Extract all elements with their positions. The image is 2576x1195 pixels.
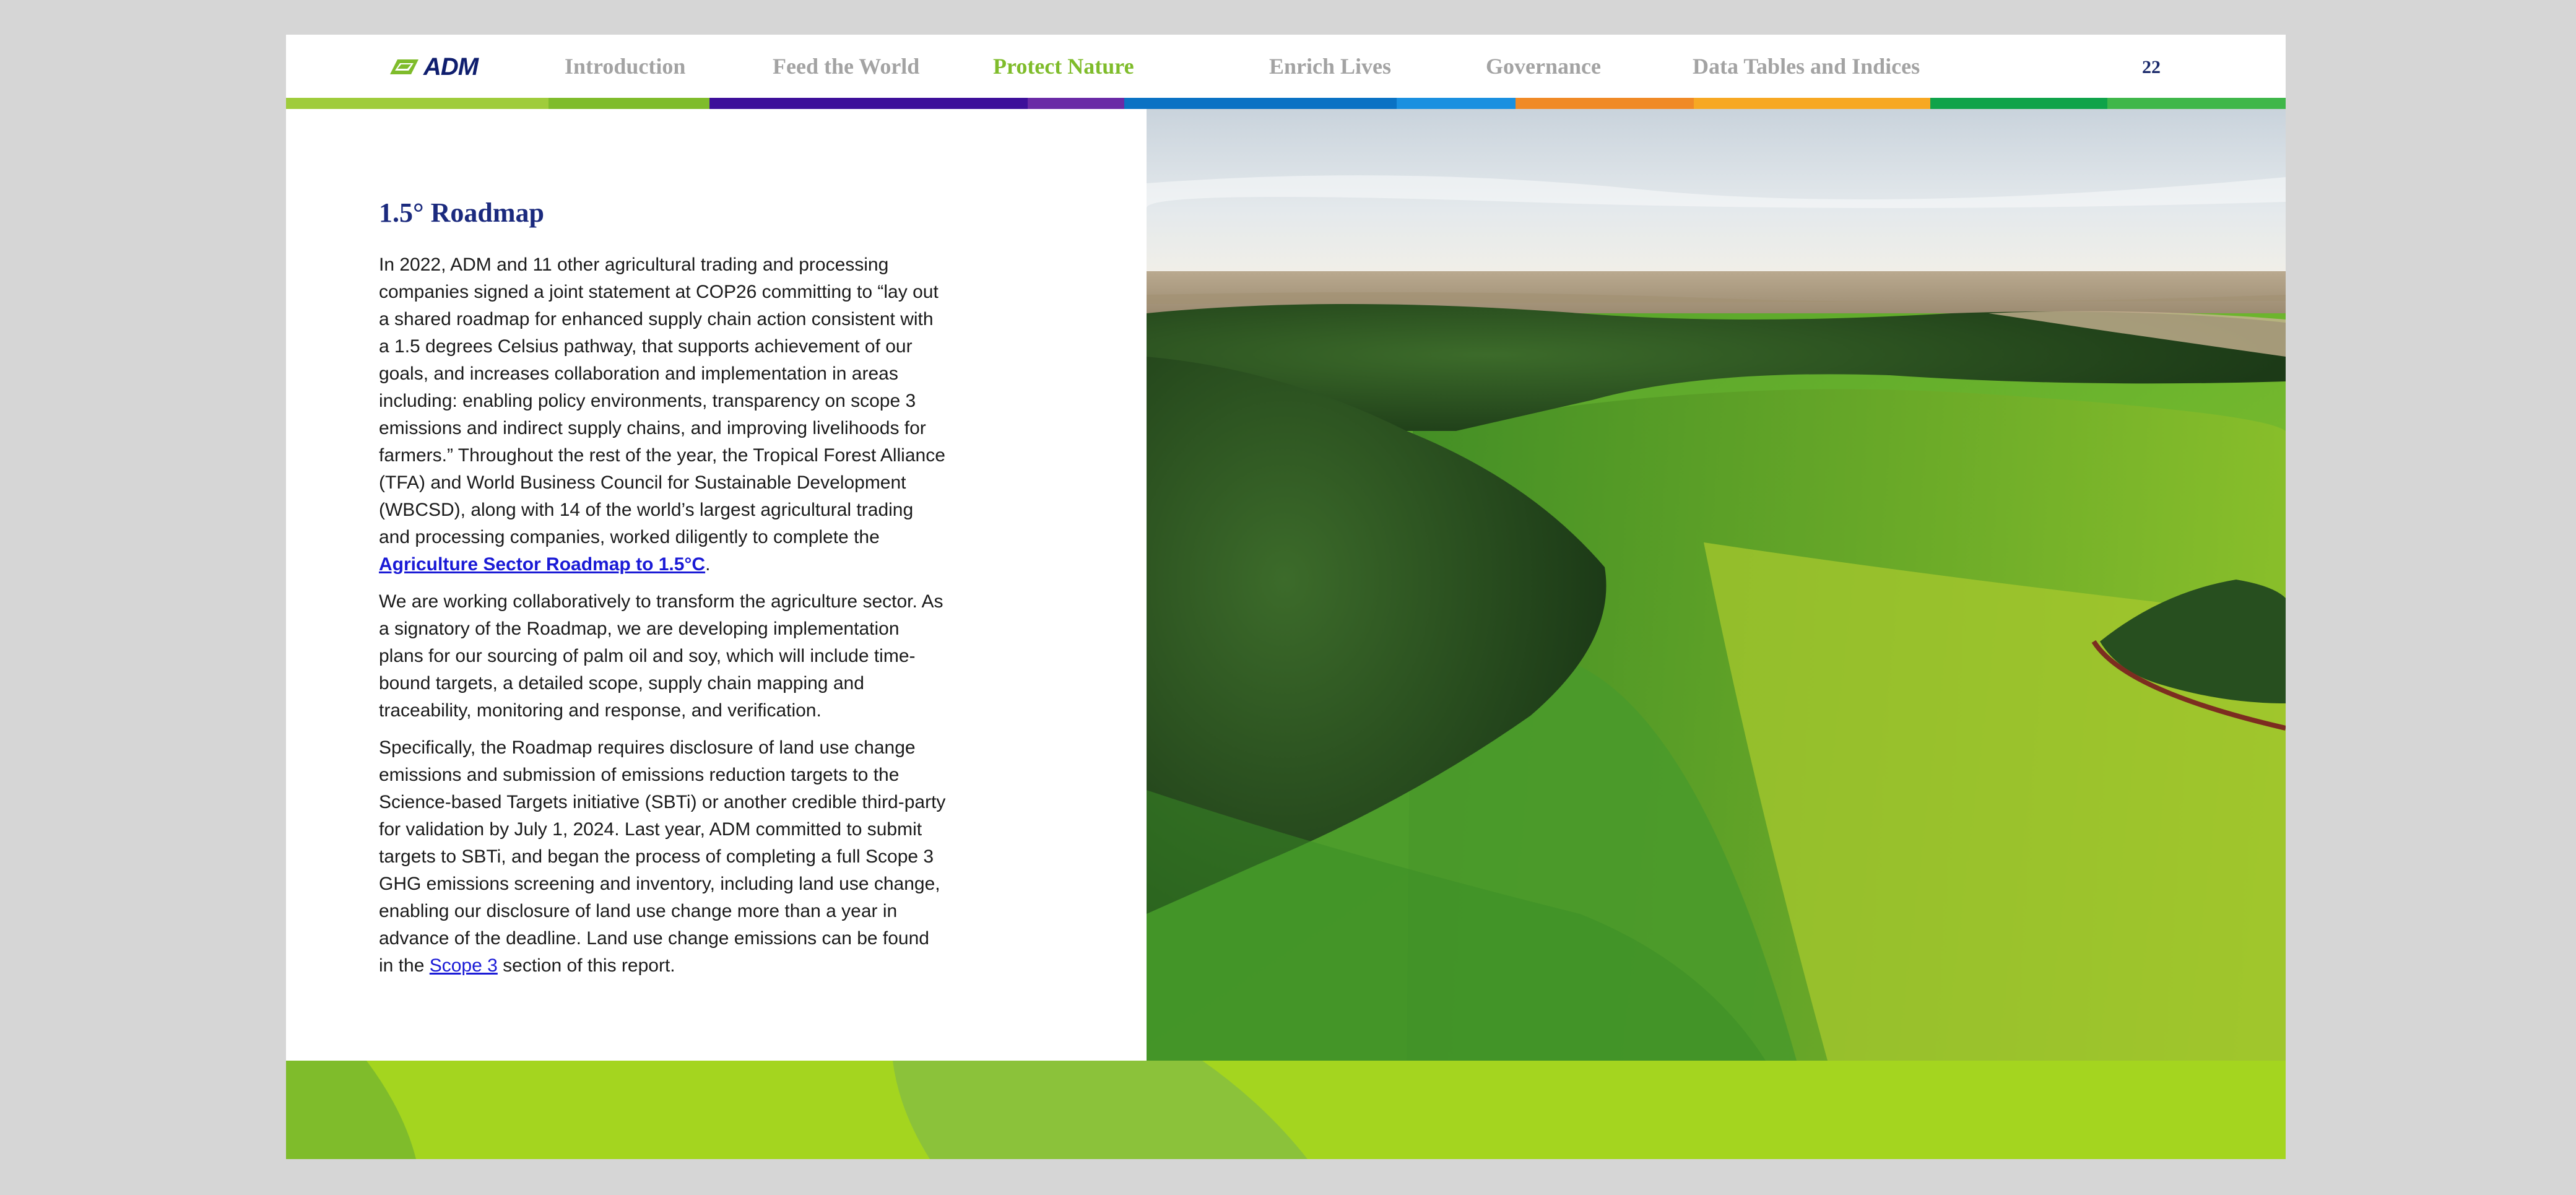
paragraph-1: In 2022, ADM and 11 other agricultural t… — [379, 251, 948, 578]
adm-logo[interactable]: ADM — [385, 53, 490, 80]
footer-band — [286, 1061, 2286, 1159]
adm-leaf-icon — [390, 59, 418, 74]
paragraph-1-end: . — [705, 554, 711, 575]
paragraph-3: Specifically, the Roadmap requires discl… — [379, 734, 948, 980]
logo-text: ADM — [423, 53, 479, 80]
page-number: 22 — [2142, 57, 2161, 77]
nav-introduction[interactable]: Introduction — [565, 53, 685, 82]
report-page: ADM Introduction Feed the World Protect … — [286, 35, 2286, 1159]
paragraph-2: We are working collaboratively to transf… — [379, 591, 943, 721]
nav-data-tables[interactable]: Data Tables and Indices — [1693, 53, 1920, 82]
header: ADM Introduction Feed the World Protect … — [286, 35, 2286, 98]
nav-enrich-lives[interactable]: Enrich Lives — [1269, 53, 1391, 82]
nav-protect-nature[interactable]: Protect Nature — [993, 53, 1134, 82]
section-color-bar — [286, 98, 2286, 109]
nav-feed-the-world[interactable]: Feed the World — [773, 53, 919, 82]
scope-3-link[interactable]: Scope 3 — [430, 955, 498, 976]
body-text: In 2022, ADM and 11 other agricultural t… — [379, 251, 948, 989]
aerial-farm-forest-photo — [1147, 109, 2286, 1061]
roadmap-link[interactable]: Agriculture Sector Roadmap to 1.5°C — [379, 554, 705, 575]
section-title: 1.5° Roadmap — [379, 198, 544, 228]
nav-governance[interactable]: Governance — [1486, 53, 1601, 82]
paragraph-3-text: Specifically, the Roadmap requires discl… — [379, 737, 946, 976]
paragraph-1-text: In 2022, ADM and 11 other agricultural t… — [379, 254, 945, 547]
paragraph-3-end: section of this report. — [497, 955, 675, 976]
